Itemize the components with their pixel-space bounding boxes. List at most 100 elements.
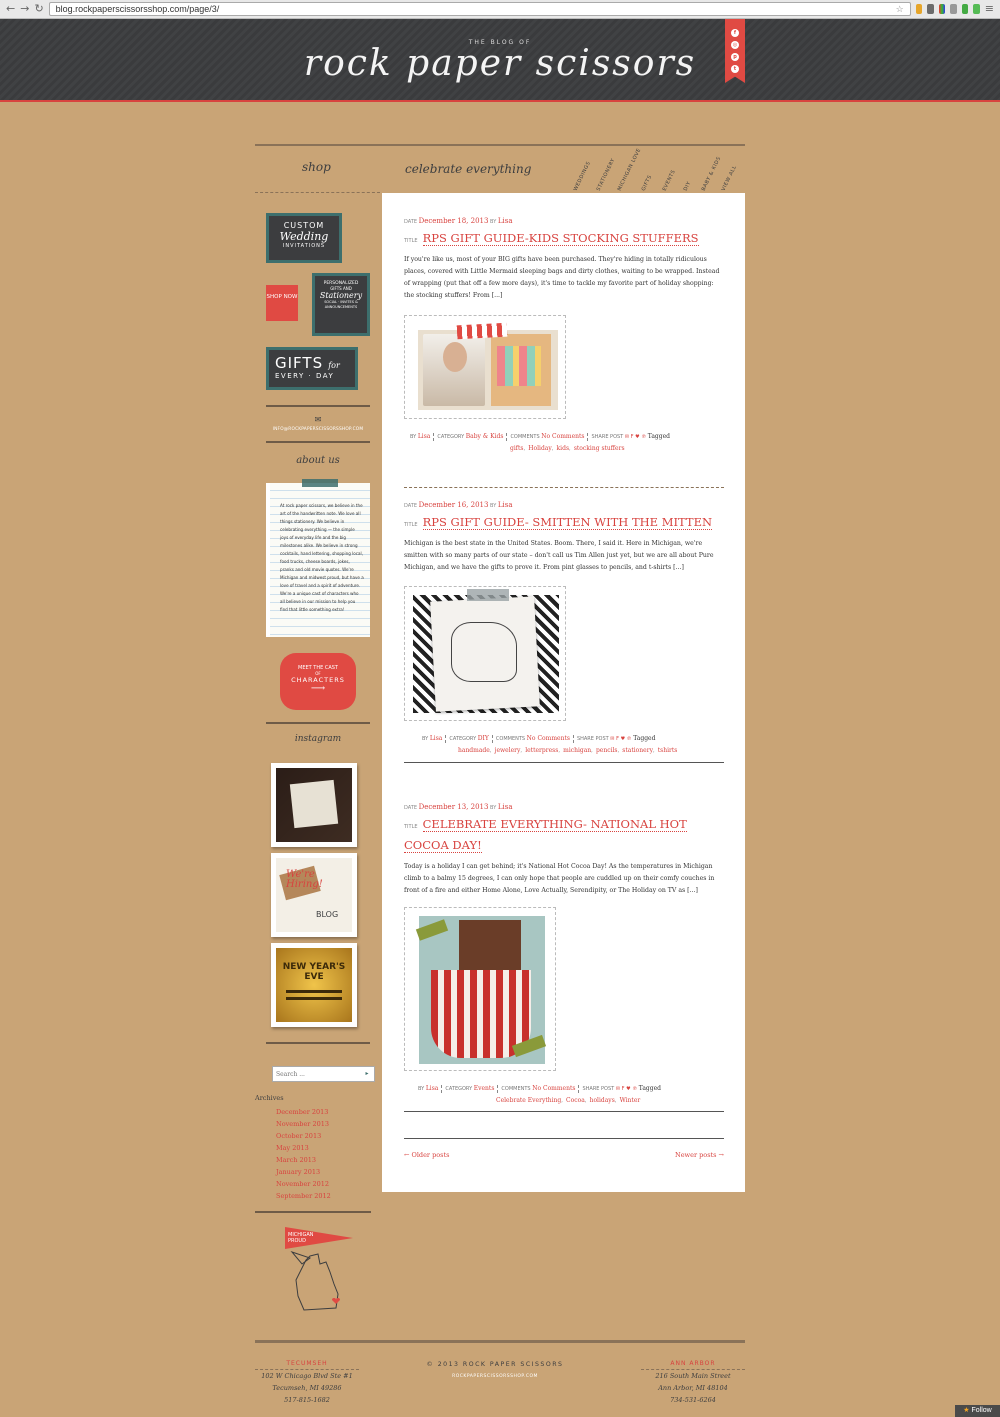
post-author[interactable]: Lisa — [498, 803, 513, 811]
post-title[interactable]: CELEBRATE EVERYTHING- NATIONAL HOT COCOA… — [404, 817, 687, 853]
email-share-icon[interactable]: ✉ — [610, 736, 614, 742]
post-date[interactable]: December 16, 2013 — [419, 501, 489, 509]
archive-link[interactable]: October 2013 — [276, 1130, 331, 1142]
tag-link[interactable]: stocking stuffers — [574, 445, 625, 452]
tag-link[interactable]: michigan — [563, 747, 591, 754]
personalized-stationery-banner[interactable]: PERSONALIZED GIFTS AND Stationery SOCIAL… — [312, 273, 370, 336]
post-author[interactable]: Lisa — [498, 501, 513, 509]
facebook-icon[interactable]: f — [731, 29, 739, 37]
site-logo[interactable]: rock paper scissors — [0, 43, 1000, 84]
shop-now-tag[interactable]: SHOP NOW — [266, 285, 298, 321]
tag-link[interactable]: jewelery — [495, 747, 521, 754]
pinterest-share-icon[interactable]: ℗ — [627, 736, 632, 742]
search-input[interactable] — [273, 1067, 360, 1081]
tag-link[interactable]: tshirts — [658, 747, 678, 754]
archive-link[interactable]: November 2012 — [276, 1178, 331, 1190]
extension-icon[interactable] — [927, 4, 934, 14]
gifts-every-day-banner[interactable]: GIFTS for EVERY · DAY — [266, 347, 358, 390]
nav-view-all[interactable]: VIEW ALL — [721, 165, 738, 192]
post-author[interactable]: Lisa — [498, 217, 513, 225]
shop-heading[interactable]: shop — [302, 160, 331, 174]
meta-author[interactable]: Lisa — [430, 735, 443, 742]
twitter-share-icon[interactable]: ♥ — [621, 736, 625, 742]
tag-link[interactable]: holidays — [590, 1097, 615, 1104]
nav-events[interactable]: EVENTS — [662, 169, 677, 192]
address-bar[interactable]: blog.rockpaperscissorsshop.com/page/3/ ☆ — [48, 2, 911, 16]
celebrate-heading[interactable]: celebrate everything — [405, 162, 531, 176]
meta-comments[interactable]: No Comments — [541, 433, 584, 440]
nav-stationery[interactable]: STATIONERY — [596, 158, 617, 192]
pinterest-share-icon[interactable]: ℗ — [641, 434, 646, 440]
twitter-share-icon[interactable]: ♥ — [635, 434, 639, 440]
tag-link[interactable]: stationery — [622, 747, 653, 754]
reload-icon[interactable]: ↻ — [34, 3, 43, 15]
pinterest-share-icon[interactable]: ℗ — [632, 1086, 637, 1092]
tag-link[interactable]: Cocoa — [566, 1097, 585, 1104]
nav-gifts[interactable]: GIFTS — [641, 174, 654, 192]
nav-michigan-love[interactable]: MICHIGAN LOVE — [617, 147, 643, 192]
follow-button[interactable]: ★ Follow — [955, 1405, 1000, 1417]
post-title[interactable]: RPS GIFT GUIDE- SMITTEN WITH THE MITTEN — [422, 515, 713, 530]
footer-url[interactable]: ROCKPAPERSCISSORSSHOP.COM — [412, 1374, 578, 1379]
extension-icon[interactable] — [950, 4, 957, 14]
post-thumbnail[interactable] — [404, 907, 556, 1071]
meta-author[interactable]: Lisa — [426, 1085, 439, 1092]
archive-link[interactable]: May 2013 — [276, 1142, 331, 1154]
instagram-photo-1[interactable] — [271, 763, 357, 847]
archive-link[interactable]: September 2012 — [276, 1190, 331, 1202]
tag-link[interactable]: letterpress — [525, 747, 558, 754]
facebook-share-icon[interactable]: f — [616, 736, 619, 742]
post-thumbnail[interactable] — [404, 315, 566, 419]
extension-icon[interactable] — [915, 4, 923, 14]
facebook-share-icon[interactable]: f — [631, 434, 634, 440]
post-title[interactable]: RPS GIFT GUIDE-KIDS STOCKING STUFFERS — [422, 231, 699, 246]
pinterest-icon[interactable]: p — [731, 53, 739, 61]
forward-icon[interactable]: → — [20, 3, 29, 15]
meta-author[interactable]: Lisa — [418, 433, 431, 440]
email-link[interactable]: INFO@ROCKPAPERSCISSORSSHOP.COM — [259, 427, 377, 432]
email-share-icon[interactable]: ✉ — [625, 434, 629, 440]
tag-link[interactable]: pencils — [596, 747, 618, 754]
instagram-photo-3[interactable]: NEW YEAR'S EVE — [271, 943, 357, 1027]
extension-icon[interactable] — [938, 4, 946, 14]
meet-the-cast-badge[interactable]: MEET THE CAST OF CHARACTERS ⟶ — [280, 653, 356, 710]
arrow-icon: ⟶ — [310, 683, 326, 694]
facebook-share-icon[interactable]: f — [622, 1086, 625, 1092]
email-share-icon[interactable]: ✉ — [616, 1086, 620, 1092]
back-icon[interactable]: ← — [6, 3, 15, 15]
instagram-icon[interactable]: ◎ — [731, 41, 739, 49]
search-submit-icon[interactable]: ▸ — [360, 1067, 374, 1081]
custom-wedding-banner[interactable]: CUSTOM Wedding INVITATIONS — [266, 213, 342, 263]
archive-link[interactable]: November 2013 — [276, 1118, 331, 1130]
post-thumbnail[interactable] — [404, 586, 566, 721]
mail-icon[interactable]: ✉ — [266, 415, 370, 424]
post-date[interactable]: December 18, 2013 — [419, 217, 489, 225]
twitter-icon[interactable]: t — [731, 65, 739, 73]
archive-link[interactable]: January 2013 — [276, 1166, 331, 1178]
tag-link[interactable]: gifts — [510, 445, 523, 452]
nav-weddings[interactable]: WEDDINGS — [573, 161, 592, 192]
archive-link[interactable]: December 2013 — [276, 1106, 331, 1118]
newer-posts-link[interactable]: Newer posts → — [675, 1151, 724, 1159]
meta-comments[interactable]: No Comments — [532, 1085, 575, 1092]
nav-baby-kids[interactable]: BABY & KIDS — [701, 156, 723, 192]
tag-link[interactable]: kids — [557, 445, 569, 452]
extension-icon[interactable] — [973, 4, 980, 14]
twitter-share-icon[interactable]: ♥ — [626, 1086, 630, 1092]
menu-icon[interactable]: ≡ — [985, 3, 994, 15]
tag-link[interactable]: Celebrate Everything — [496, 1097, 561, 1104]
tag-link[interactable]: handmade — [458, 747, 490, 754]
meta-category[interactable]: DIY — [478, 735, 489, 742]
extension-icon[interactable] — [961, 4, 969, 14]
archive-link[interactable]: March 2013 — [276, 1154, 331, 1166]
bookmark-star-icon[interactable]: ☆ — [896, 3, 904, 15]
older-posts-link[interactable]: ← Older posts — [404, 1151, 449, 1159]
instagram-photo-2[interactable]: We're Hiring! BLOG — [271, 853, 357, 937]
post-date[interactable]: December 13, 2013 — [419, 803, 489, 811]
meta-comments[interactable]: No Comments — [527, 735, 570, 742]
tag-link[interactable]: Winter — [620, 1097, 641, 1104]
nav-diy[interactable]: DIY — [683, 180, 693, 192]
tag-link[interactable]: Holiday — [528, 445, 552, 452]
meta-category[interactable]: Events — [474, 1085, 495, 1092]
meta-category[interactable]: Baby & Kids — [466, 433, 504, 440]
